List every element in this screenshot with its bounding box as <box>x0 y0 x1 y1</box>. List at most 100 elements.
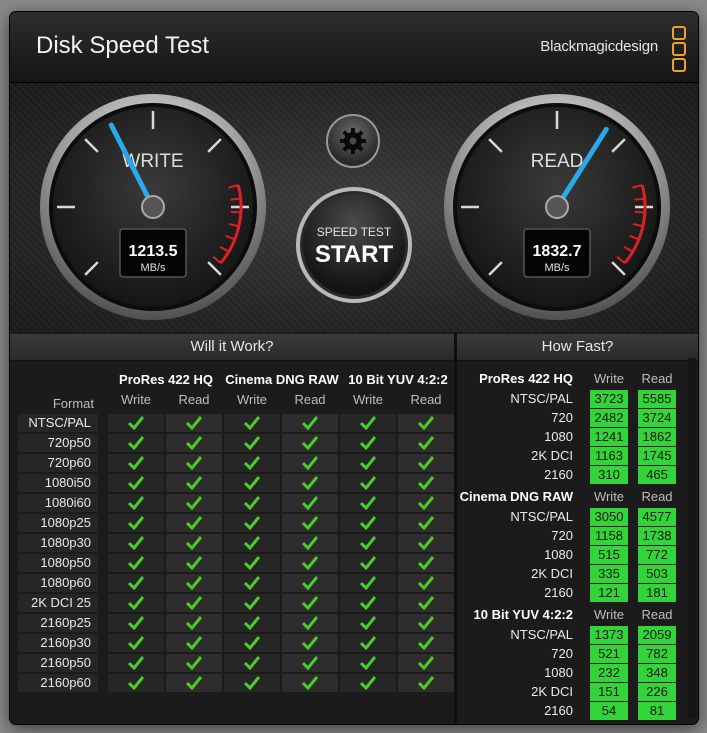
checkmark-icon <box>244 456 260 470</box>
compatibility-cell <box>282 554 338 572</box>
blackmagic-logo-icon <box>672 26 686 74</box>
compatibility-cell <box>166 574 222 592</box>
compatibility-cell <box>166 554 222 572</box>
format-column-header: Format <box>52 396 94 411</box>
how-fast-scrollbar[interactable] <box>688 358 696 718</box>
compatibility-cell <box>108 474 164 492</box>
checkmark-icon <box>360 536 376 550</box>
write-speed-cell: 335 <box>590 565 628 583</box>
checkmark-icon <box>128 656 144 670</box>
compatibility-cell <box>108 434 164 452</box>
speed-row-label: 1080 <box>544 429 573 444</box>
checkmark-icon <box>418 656 434 670</box>
results-panel: Will it Work? How Fast? ProRes 422 HQ Wri… <box>10 332 698 724</box>
compatibility-cell <box>282 634 338 652</box>
checkmark-icon <box>360 436 376 450</box>
checkmark-icon <box>302 616 318 630</box>
checkmark-icon <box>360 676 376 690</box>
speed-row-label: NTSC/PAL <box>510 391 573 406</box>
checkmark-icon <box>302 536 318 550</box>
column-header: Read <box>178 392 210 407</box>
column-header: Write <box>236 392 268 407</box>
compatibility-cell <box>398 474 454 492</box>
speed-row-label: 2K DCI <box>531 566 573 581</box>
compatibility-cell <box>224 574 280 592</box>
read-speed-cell: 2059 <box>638 626 676 644</box>
compatibility-cell <box>340 434 396 452</box>
checkmark-icon <box>128 576 144 590</box>
format-row-label: 2160p60 <box>18 674 98 692</box>
checkmark-icon <box>128 416 144 430</box>
checkmark-icon <box>186 636 202 650</box>
write-column-header: Write <box>593 607 625 622</box>
checkmark-icon <box>360 616 376 630</box>
read-speed-cell: 1745 <box>638 447 676 465</box>
read-speed-cell: 503 <box>638 565 676 583</box>
compatibility-cell <box>398 674 454 692</box>
settings-button[interactable] <box>326 114 380 168</box>
checkmark-icon <box>244 656 260 670</box>
speed-row-label: 1080 <box>544 665 573 680</box>
write-speed-cell: 3050 <box>590 508 628 526</box>
checkmark-icon <box>128 476 144 490</box>
compatibility-cell <box>166 514 222 532</box>
checkmark-icon <box>244 616 260 630</box>
checkmark-icon <box>186 596 202 610</box>
compatibility-cell <box>282 474 338 492</box>
compatibility-cell <box>340 474 396 492</box>
checkmark-icon <box>360 516 376 530</box>
format-row-label: 720p60 <box>18 454 98 472</box>
read-column-header: Read <box>641 607 673 622</box>
speed-test-start-button[interactable]: SPEED TEST START <box>296 187 412 303</box>
checkmark-icon <box>360 656 376 670</box>
checkmark-icon <box>128 496 144 510</box>
checkmark-icon <box>418 636 434 650</box>
checkmark-icon <box>418 516 434 530</box>
write-speed-cell: 1373 <box>590 626 628 644</box>
compatibility-cell <box>282 434 338 452</box>
write-speed-cell: 2482 <box>590 409 628 427</box>
checkmark-icon <box>418 616 434 630</box>
compatibility-cell <box>224 454 280 472</box>
format-row-label: 1080i60 <box>18 494 98 512</box>
write-speed-cell: 3723 <box>590 390 628 408</box>
format-row-label: 720p50 <box>18 434 98 452</box>
read-speed-unit: MB/s <box>544 262 570 274</box>
compatibility-cell <box>398 534 454 552</box>
compatibility-cell <box>340 554 396 572</box>
compatibility-cell <box>340 594 396 612</box>
checkmark-icon <box>302 496 318 510</box>
compatibility-cell <box>166 454 222 472</box>
compatibility-cell <box>282 574 338 592</box>
checkmark-icon <box>244 536 260 550</box>
compatibility-cell <box>398 654 454 672</box>
compatibility-cell <box>108 674 164 692</box>
checkmark-icon <box>186 496 202 510</box>
checkmark-icon <box>302 636 318 650</box>
checkmark-icon <box>128 596 144 610</box>
checkmark-icon <box>360 556 376 570</box>
column-header: Write <box>352 392 384 407</box>
checkmark-icon <box>128 456 144 470</box>
compatibility-cell <box>108 534 164 552</box>
read-speed-cell: 4577 <box>638 508 676 526</box>
compatibility-cell <box>224 414 280 432</box>
checkmark-icon <box>244 636 260 650</box>
checkmark-icon <box>418 476 434 490</box>
checkmark-icon <box>302 576 318 590</box>
read-speed-cell: 5585 <box>638 390 676 408</box>
compatibility-cell <box>398 634 454 652</box>
speed-row-label: 2160 <box>544 467 573 482</box>
format-group-header: Cinema DNG RAW <box>225 372 339 387</box>
compatibility-cell <box>340 454 396 472</box>
write-gauge: WRITE 1213.5 MB/s <box>40 94 266 320</box>
format-row-label: NTSC/PAL <box>18 414 98 432</box>
checkmark-icon <box>360 456 376 470</box>
write-speed-cell: 151 <box>590 683 628 701</box>
checkmark-icon <box>128 556 144 570</box>
write-speed-cell: 310 <box>590 466 628 484</box>
checkmark-icon <box>302 596 318 610</box>
compatibility-cell <box>340 654 396 672</box>
checkmark-icon <box>302 436 318 450</box>
checkmark-icon <box>128 536 144 550</box>
